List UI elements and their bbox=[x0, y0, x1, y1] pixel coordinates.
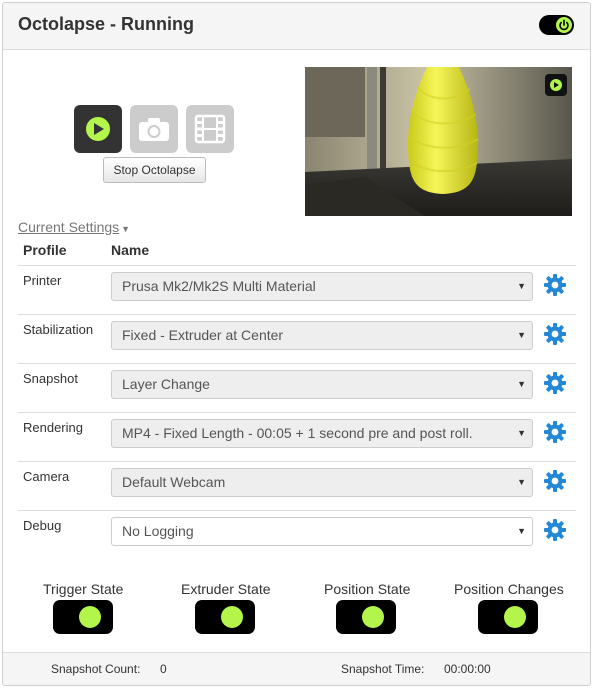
column-header-profile: Profile bbox=[23, 242, 67, 258]
play-icon bbox=[550, 79, 562, 91]
caret-down-icon: ▼ bbox=[517, 526, 526, 536]
gear-icon[interactable] bbox=[543, 322, 567, 346]
printer-select[interactable]: Prusa Mk2/Mk2S Multi Material ▼ bbox=[111, 272, 533, 301]
select-value: Layer Change bbox=[122, 376, 210, 392]
debug-select[interactable]: No Logging ▼ bbox=[111, 517, 533, 546]
select-value: No Logging bbox=[122, 523, 194, 539]
row-label: Printer bbox=[23, 273, 62, 288]
camera-select[interactable]: Default Webcam ▼ bbox=[111, 468, 533, 497]
start-snapshot-button[interactable] bbox=[74, 105, 122, 153]
octolapse-panel: Octolapse - Running Stop Octolapse Curre… bbox=[2, 2, 591, 686]
column-header-name: Name bbox=[111, 242, 150, 258]
row-label: Camera bbox=[23, 469, 70, 484]
settings-row-stabilization: Stabilization Fixed - Extruder at Center… bbox=[18, 314, 576, 363]
page-title: Octolapse - Running bbox=[18, 14, 195, 34]
camera-preview bbox=[305, 67, 572, 216]
position-changes-label: Position Changes bbox=[454, 581, 564, 597]
gear-icon[interactable] bbox=[543, 273, 567, 297]
snapshot-count-value: 0 bbox=[160, 662, 167, 676]
camera-icon bbox=[139, 118, 169, 141]
power-toggle[interactable] bbox=[539, 15, 574, 35]
select-value: MP4 - Fixed Length - 00:05 + 1 second pr… bbox=[122, 425, 473, 441]
status-footer: Snapshot Count: 0 Snapshot Time: 00:00:0… bbox=[3, 652, 590, 685]
state-indicator bbox=[79, 606, 101, 628]
select-value: Fixed - Extruder at Center bbox=[122, 327, 284, 343]
snapshot-count-label: Snapshot Count: bbox=[51, 662, 141, 676]
state-indicator bbox=[362, 606, 384, 628]
film-button[interactable] bbox=[186, 105, 234, 153]
state-indicator bbox=[504, 606, 526, 628]
gear-icon[interactable] bbox=[543, 469, 567, 493]
settings-row-camera: Camera Default Webcam ▼ bbox=[18, 461, 576, 510]
panel-header: Octolapse - Running bbox=[3, 3, 590, 50]
current-settings-label: Current Settings bbox=[18, 219, 120, 235]
extruder-state-toggle[interactable] bbox=[195, 600, 255, 634]
select-value: Prusa Mk2/Mk2S Multi Material bbox=[122, 278, 316, 294]
camera-button[interactable] bbox=[130, 105, 178, 153]
rendering-select[interactable]: MP4 - Fixed Length - 00:05 + 1 second pr… bbox=[111, 419, 533, 448]
trigger-state-label: Trigger State bbox=[43, 581, 124, 597]
preview-play-button[interactable] bbox=[545, 74, 567, 96]
row-label: Rendering bbox=[23, 420, 83, 435]
extruder-state-label: Extruder State bbox=[181, 581, 271, 597]
stop-octolapse-button[interactable]: Stop Octolapse bbox=[103, 157, 206, 183]
film-icon bbox=[194, 114, 226, 144]
power-icon bbox=[556, 17, 572, 33]
caret-down-icon: ▼ bbox=[517, 477, 526, 487]
gear-icon[interactable] bbox=[543, 371, 567, 395]
caret-down-icon: ▼ bbox=[517, 428, 526, 438]
position-state-label: Position State bbox=[324, 581, 411, 597]
position-state-toggle[interactable] bbox=[336, 600, 396, 634]
row-label: Debug bbox=[23, 518, 62, 533]
caret-down-icon: ▼ bbox=[517, 281, 526, 291]
gear-icon[interactable] bbox=[543, 518, 567, 542]
select-value: Default Webcam bbox=[122, 474, 226, 490]
gear-icon[interactable] bbox=[543, 420, 567, 444]
snapshot-select[interactable]: Layer Change ▼ bbox=[111, 370, 533, 399]
snapshot-time-label: Snapshot Time: bbox=[341, 662, 425, 676]
stabilization-select[interactable]: Fixed - Extruder at Center ▼ bbox=[111, 321, 533, 350]
preview-image bbox=[305, 67, 572, 216]
row-label: Stabilization bbox=[23, 322, 94, 337]
caret-down-icon: ▼ bbox=[517, 379, 526, 389]
state-indicator bbox=[221, 606, 243, 628]
play-icon bbox=[86, 117, 110, 141]
position-changes-toggle[interactable] bbox=[478, 600, 538, 634]
row-label: Snapshot bbox=[23, 371, 78, 386]
current-settings-link[interactable]: Current Settings ▼ bbox=[18, 219, 130, 235]
trigger-state-toggle[interactable] bbox=[53, 600, 113, 634]
caret-down-icon: ▼ bbox=[121, 224, 131, 234]
settings-row-debug: Debug No Logging ▼ bbox=[18, 510, 576, 559]
settings-row-printer: Printer Prusa Mk2/Mk2S Multi Material ▼ bbox=[18, 265, 576, 314]
settings-row-rendering: Rendering MP4 - Fixed Length - 00:05 + 1… bbox=[18, 412, 576, 461]
settings-row-snapshot: Snapshot Layer Change ▼ bbox=[18, 363, 576, 412]
snapshot-time-value: 00:00:00 bbox=[444, 662, 491, 676]
caret-down-icon: ▼ bbox=[517, 330, 526, 340]
